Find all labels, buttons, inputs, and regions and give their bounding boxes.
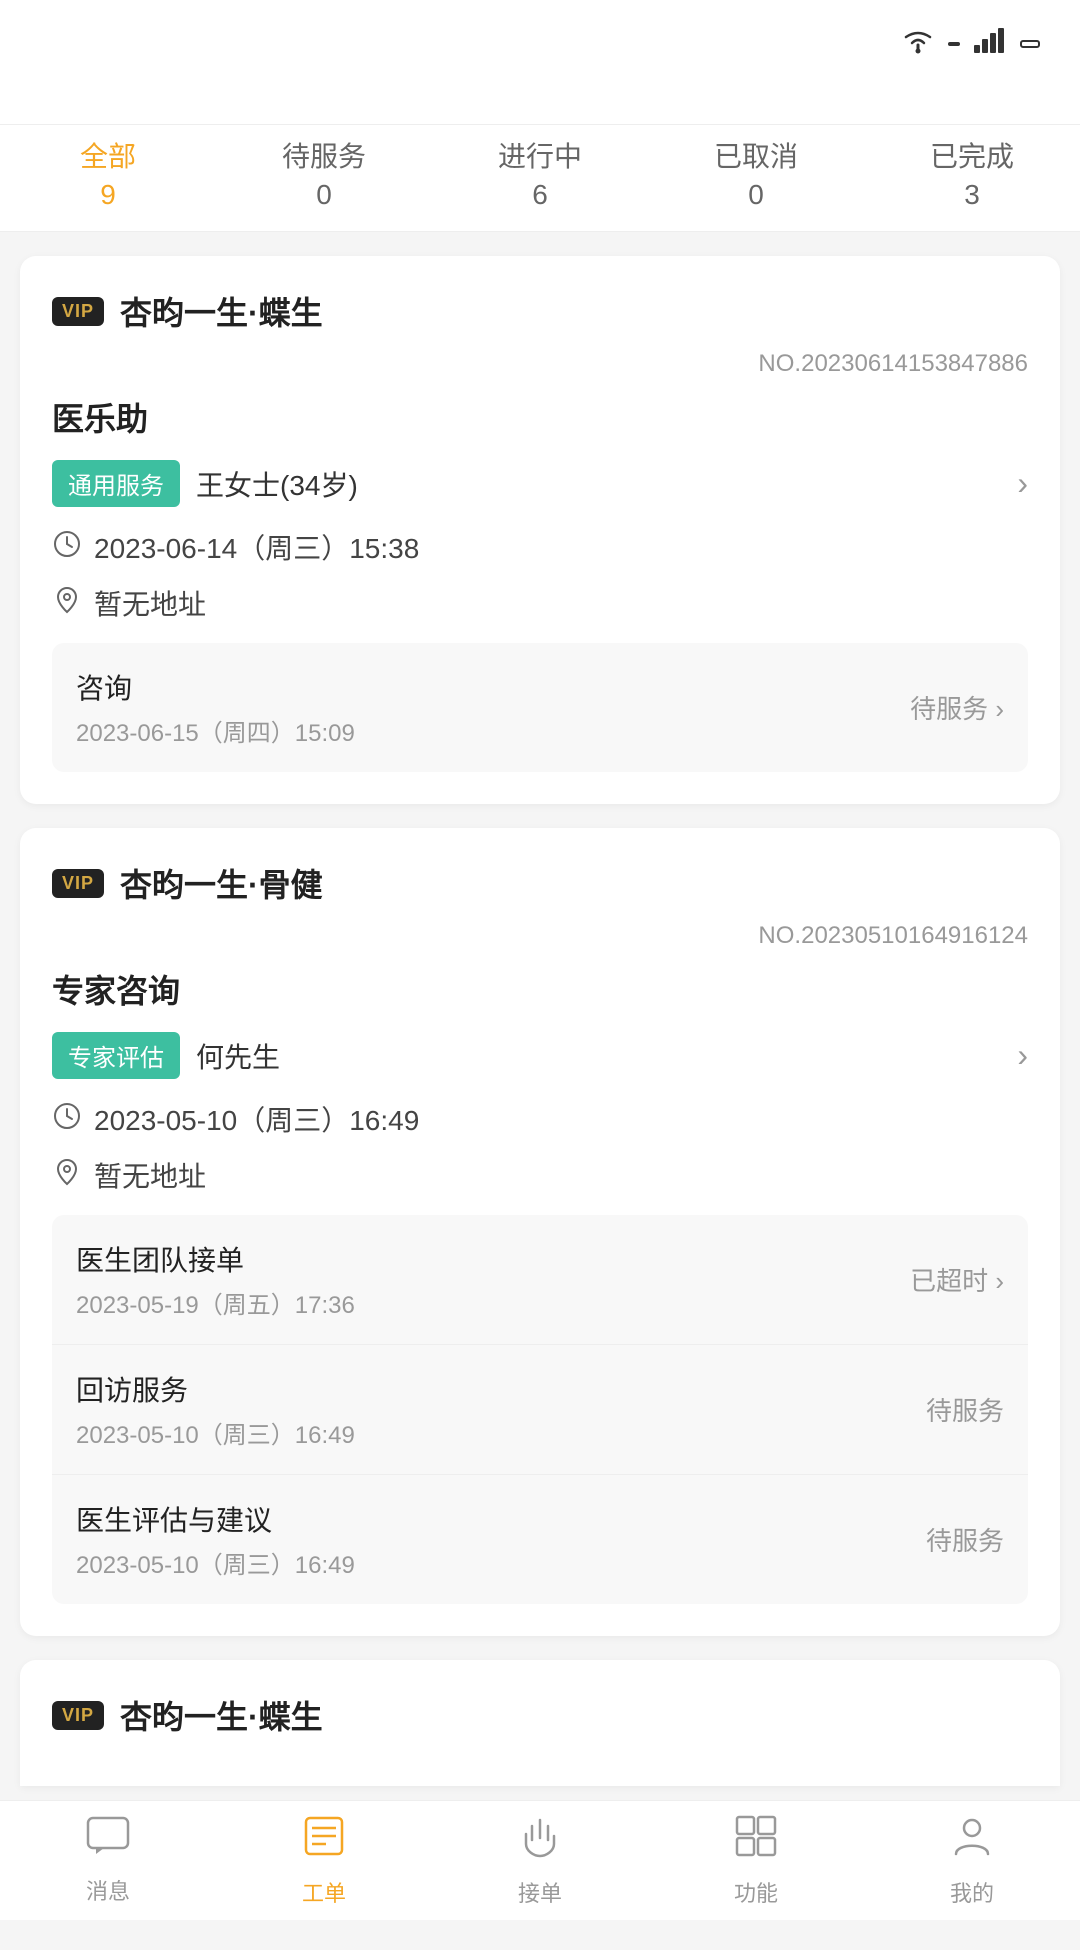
tab-label: 待服务 — [216, 135, 432, 175]
content-area: VIP 杏昀一生·蝶生 NO.20230614153847886 医乐助 通用服… — [0, 232, 1080, 1950]
sub-item-status: 待服务 — [926, 1391, 1004, 1428]
page-header — [0, 80, 1080, 125]
sub-item-status: 待服务 — [926, 1521, 1004, 1558]
datetime-row: 2023-06-14（周三）15:38 — [52, 527, 1028, 567]
tab-label: 全部 — [0, 135, 216, 175]
tab-进行中[interactable]: 进行中 6 — [432, 135, 648, 211]
tag-person: 王女士(34岁) — [196, 464, 358, 504]
status-icons — [900, 27, 1040, 62]
nav-item-功能[interactable]: 功能 — [648, 1801, 864, 1920]
location-icon — [52, 1157, 82, 1194]
location-icon — [52, 585, 82, 622]
我的-nav-icon — [950, 1814, 994, 1868]
datetime-text: 2023-05-10（周三）16:49 — [94, 1099, 419, 1139]
sub-item-left: 医生评估与建议 2023-05-10（周三）16:49 — [76, 1499, 355, 1580]
work-order-card-0: VIP 杏昀一生·蝶生 NO.20230614153847886 医乐助 通用服… — [20, 256, 1060, 804]
card-product-name: 杏昀一生·骨健 — [120, 860, 323, 906]
tab-count: 0 — [648, 179, 864, 211]
hd-badge — [948, 42, 960, 46]
功能-nav-icon — [734, 1814, 778, 1868]
功能-nav-label: 功能 — [734, 1876, 778, 1908]
battery-icon — [1020, 40, 1040, 48]
partial-card: VIP 杏昀一生·蝶生 — [20, 1660, 1060, 1786]
sub-items-list: 医生团队接单 2023-05-19（周五）17:36 已超时 › 回访服务 20… — [52, 1215, 1028, 1604]
address-row: 暂无地址 — [52, 583, 1028, 623]
card-order-no: NO.20230614153847886 — [52, 350, 1028, 378]
datetime-text: 2023-06-14（周三）15:38 — [94, 527, 419, 567]
sub-item-status: 已超时 › — [910, 1261, 1004, 1298]
sub-item-status: 待服务 › — [910, 689, 1004, 726]
接单-nav-label: 接单 — [518, 1876, 562, 1908]
work-order-card-1: VIP 杏昀一生·骨健 NO.20230510164916124 专家咨询 专家… — [20, 828, 1060, 1636]
tab-已完成[interactable]: 已完成 3 — [864, 135, 1080, 211]
tag-person: 何先生 — [196, 1036, 280, 1076]
nav-item-消息[interactable]: 消息 — [0, 1801, 216, 1920]
signal-icon — [972, 27, 1008, 62]
partial-card-header: VIP 杏昀一生·蝶生 — [52, 1692, 1028, 1738]
工单-nav-label: 工单 — [302, 1876, 346, 1908]
sub-items-list: 咨询 2023-06-15（周四）15:09 待服务 › — [52, 643, 1028, 772]
card-order-no: NO.20230510164916124 — [52, 922, 1028, 950]
service-tag: 专家评估 — [52, 1032, 180, 1079]
partial-card-name: 杏昀一生·蝶生 — [120, 1692, 323, 1738]
card-header: VIP 杏昀一生·蝶生 — [52, 288, 1028, 334]
sub-item-date: 2023-05-10（周三）16:49 — [76, 1415, 355, 1450]
tab-label: 已完成 — [864, 135, 1080, 175]
vip-badge: VIP — [52, 297, 104, 326]
tab-待服务[interactable]: 待服务 0 — [216, 135, 432, 211]
clock-icon — [52, 1101, 82, 1138]
bottom-nav: 消息 工单 接单 功能 我的 — [0, 1800, 1080, 1920]
消息-nav-label: 消息 — [86, 1874, 130, 1906]
工单-nav-icon — [302, 1814, 346, 1868]
card-service-type: 专家咨询 — [52, 966, 1028, 1012]
sub-item-date: 2023-06-15（周四）15:09 — [76, 713, 355, 748]
sub-item-title: 医生评估与建议 — [76, 1499, 355, 1539]
tab-全部[interactable]: 全部 9 — [0, 135, 216, 211]
clock-icon — [52, 529, 82, 566]
tab-count: 0 — [216, 179, 432, 211]
tab-label: 进行中 — [432, 135, 648, 175]
card-header: VIP 杏昀一生·骨健 — [52, 860, 1028, 906]
sub-item-left: 咨询 2023-06-15（周四）15:09 — [76, 667, 355, 748]
datetime-row: 2023-05-10（周三）16:49 — [52, 1099, 1028, 1139]
card-service-type: 医乐助 — [52, 394, 1028, 440]
tag-row[interactable]: 通用服务 王女士(34岁) › — [52, 460, 1028, 507]
service-tag: 通用服务 — [52, 460, 180, 507]
vip-badge: VIP — [52, 869, 104, 898]
address-text: 暂无地址 — [94, 1155, 206, 1195]
tab-label: 已取消 — [648, 135, 864, 175]
sub-item-title: 回访服务 — [76, 1369, 355, 1409]
chevron-right-icon: › — [1017, 1037, 1028, 1074]
tag-row[interactable]: 专家评估 何先生 › — [52, 1032, 1028, 1079]
sub-item-1[interactable]: 回访服务 2023-05-10（周三）16:49 待服务 — [52, 1345, 1028, 1475]
chevron-right-icon: › — [1017, 465, 1028, 502]
nav-item-工单[interactable]: 工单 — [216, 1801, 432, 1920]
sub-item-date: 2023-05-19（周五）17:36 — [76, 1285, 355, 1320]
address-row: 暂无地址 — [52, 1155, 1028, 1195]
nav-item-接单[interactable]: 接单 — [432, 1801, 648, 1920]
card-product-name: 杏昀一生·蝶生 — [120, 288, 323, 334]
sub-item-title: 医生团队接单 — [76, 1239, 355, 1279]
nav-item-我的[interactable]: 我的 — [864, 1801, 1080, 1920]
sub-item-2[interactable]: 医生评估与建议 2023-05-10（周三）16:49 待服务 — [52, 1475, 1028, 1604]
sub-item-left: 医生团队接单 2023-05-19（周五）17:36 — [76, 1239, 355, 1320]
sub-item-date: 2023-05-10（周三）16:49 — [76, 1545, 355, 1580]
tab-count: 6 — [432, 179, 648, 211]
sub-item-0[interactable]: 医生团队接单 2023-05-19（周五）17:36 已超时 › — [52, 1215, 1028, 1345]
sub-item-left: 回访服务 2023-05-10（周三）16:49 — [76, 1369, 355, 1450]
address-text: 暂无地址 — [94, 583, 206, 623]
status-bar — [0, 0, 1080, 80]
接单-nav-icon — [518, 1814, 562, 1868]
消息-nav-icon — [86, 1816, 130, 1866]
wifi-icon — [900, 27, 936, 62]
tab-count: 9 — [0, 179, 216, 211]
tab-已取消[interactable]: 已取消 0 — [648, 135, 864, 211]
vip-badge: VIP — [52, 1701, 104, 1730]
tab-count: 3 — [864, 179, 1080, 211]
sub-item-title: 咨询 — [76, 667, 355, 707]
tab-bar: 全部 9 待服务 0 进行中 6 已取消 0 已完成 3 — [0, 125, 1080, 232]
sub-item-0[interactable]: 咨询 2023-06-15（周四）15:09 待服务 › — [52, 643, 1028, 772]
我的-nav-label: 我的 — [950, 1876, 994, 1908]
